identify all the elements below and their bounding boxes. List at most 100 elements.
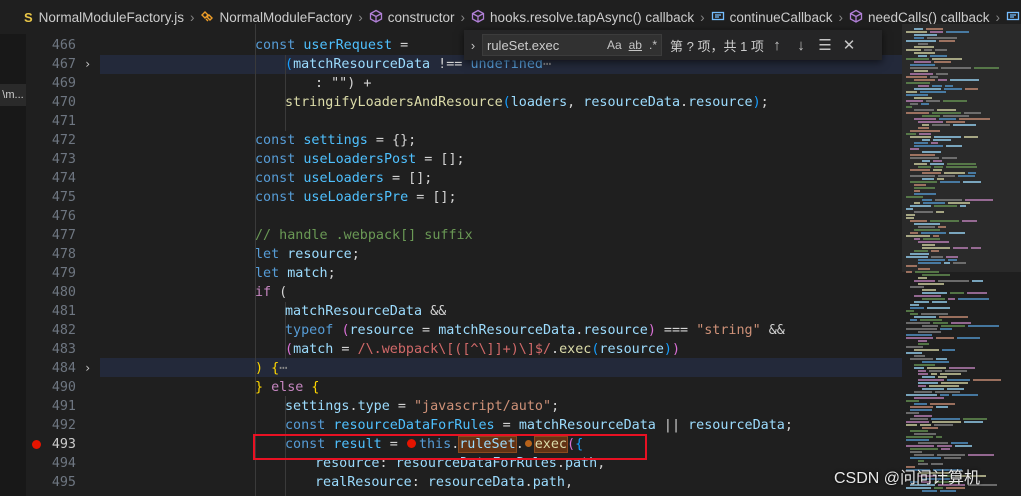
breadcrumb-item-class[interactable]: NormalModuleFactory — [200, 9, 352, 26]
minimap-line — [948, 202, 970, 204]
minimap-line — [950, 292, 964, 294]
minimap-line — [922, 247, 950, 249]
minimap-line — [922, 325, 938, 327]
minimap-line — [929, 385, 959, 387]
minimap-line — [918, 259, 945, 261]
list-selection-icon[interactable]: ☰ — [813, 36, 837, 54]
minimap-line — [906, 133, 916, 135]
minimap-line — [910, 457, 941, 459]
minimap-line — [971, 247, 981, 249]
code-line-469: : "") + — [315, 76, 372, 91]
minimap-line — [936, 436, 942, 438]
minimap-line — [951, 442, 968, 444]
breadcrumb-item-continuecallback[interactable]: continueCallback — [711, 9, 832, 26]
folded-line-highlight — [100, 358, 902, 377]
minimap-line — [934, 136, 961, 138]
minimap-line — [927, 367, 946, 369]
minimap-line — [910, 130, 940, 132]
line-number: 494 — [51, 456, 76, 471]
minimap-line — [957, 337, 980, 339]
class-icon — [200, 9, 214, 26]
minimap-line — [926, 100, 940, 102]
line-number: 495 — [51, 475, 76, 490]
minimap-line — [922, 139, 930, 141]
whole-word-toggle[interactable]: ab — [629, 38, 642, 52]
minimap-line — [942, 349, 955, 351]
minimap-line — [938, 280, 969, 282]
minimap-line — [918, 373, 928, 375]
minimap-line — [921, 103, 929, 105]
minimap-line — [914, 397, 944, 399]
minimap-line — [914, 193, 936, 195]
minimap-line — [910, 286, 924, 288]
line-number: 475 — [51, 190, 76, 205]
minimap-line — [933, 139, 951, 141]
minimap-line — [914, 316, 936, 318]
minimap-line — [914, 454, 934, 456]
breadcrumb-item-file[interactable]: S NormalModuleFactory.js — [0, 10, 184, 25]
find-input[interactable]: ruleSet.exec Aa ab .* — [482, 34, 662, 56]
line-number: 484 — [51, 361, 76, 376]
minimap[interactable] — [902, 24, 1021, 496]
minimap-line — [960, 205, 966, 207]
line-number: 483 — [51, 342, 76, 357]
minimap-line — [937, 445, 952, 447]
minimap-line — [910, 232, 918, 234]
js-file-icon: S — [24, 9, 33, 25]
breadcrumb-item-constructor[interactable]: constructor — [369, 9, 455, 26]
method-cube-icon — [849, 9, 863, 26]
close-icon[interactable]: ✕ — [837, 36, 861, 54]
breadcrumb-label: constructor — [387, 9, 455, 25]
code-line-484: ) {⋯ — [255, 361, 288, 376]
minimap-line — [922, 388, 944, 390]
minimap-line — [920, 424, 931, 426]
minimap-line — [918, 343, 929, 345]
line-number: 490 — [51, 380, 76, 395]
breadcrumb-item-needcalls[interactable]: needCalls() callback — [849, 9, 990, 26]
minimap-line — [963, 418, 987, 420]
minimap-line — [910, 205, 931, 207]
minimap-line — [910, 430, 928, 432]
line-number: 476 — [51, 209, 76, 224]
breadcrumb-item-tapasync[interactable]: hooks.resolve.tapAsync() callback — [471, 9, 694, 26]
minimap-line — [948, 259, 957, 261]
line-number-gutter[interactable]: 466 467 › 469 470 471 472 473 474 475 476 477 478 479… — [26, 24, 100, 496]
regex-toggle[interactable]: .* — [649, 38, 657, 52]
arrow-down-icon[interactable]: ↓ — [789, 37, 813, 54]
minimap-line — [910, 319, 917, 321]
arrow-up-icon[interactable]: ↑ — [765, 37, 789, 54]
minimap-line — [935, 199, 962, 201]
minimap-line — [939, 316, 968, 318]
breadcrumb-item-result[interactable]: result — [1006, 9, 1021, 26]
minimap-line — [955, 445, 972, 447]
chevron-right-icon[interactable]: › — [464, 38, 482, 53]
code-editor[interactable]: const userRequest = (matchResourceData !… — [100, 24, 902, 496]
minimap-line — [938, 79, 947, 81]
code-line-490: } else { — [255, 380, 320, 395]
minimap-line — [946, 121, 965, 123]
minimap-line — [922, 376, 935, 378]
breakpoint-icon[interactable] — [32, 440, 41, 449]
side-panel-tab[interactable]: \m... — [0, 84, 26, 106]
match-case-toggle[interactable]: Aa — [607, 38, 622, 52]
minimap-line — [933, 235, 939, 237]
minimap-line — [958, 298, 989, 300]
fold-chevron-icon[interactable]: › — [84, 55, 91, 74]
minimap-line — [910, 175, 935, 177]
fold-chevron-icon[interactable]: › — [84, 359, 91, 378]
minimap-line — [937, 454, 965, 456]
minimap-line — [906, 322, 930, 324]
minimap-line — [910, 358, 933, 360]
minimap-line — [906, 217, 914, 219]
minimap-line — [933, 322, 948, 324]
minimap-line — [918, 382, 938, 384]
code-line-481: matchResourceData && — [285, 304, 447, 319]
minimap-line — [906, 337, 933, 339]
minimap-line — [918, 241, 949, 243]
minimap-line — [918, 121, 943, 123]
minimap-line — [938, 226, 946, 228]
minimap-line — [932, 421, 961, 423]
minimap-line — [914, 349, 939, 351]
minimap-line — [914, 37, 924, 39]
find-input-value: ruleSet.exec — [487, 37, 560, 53]
